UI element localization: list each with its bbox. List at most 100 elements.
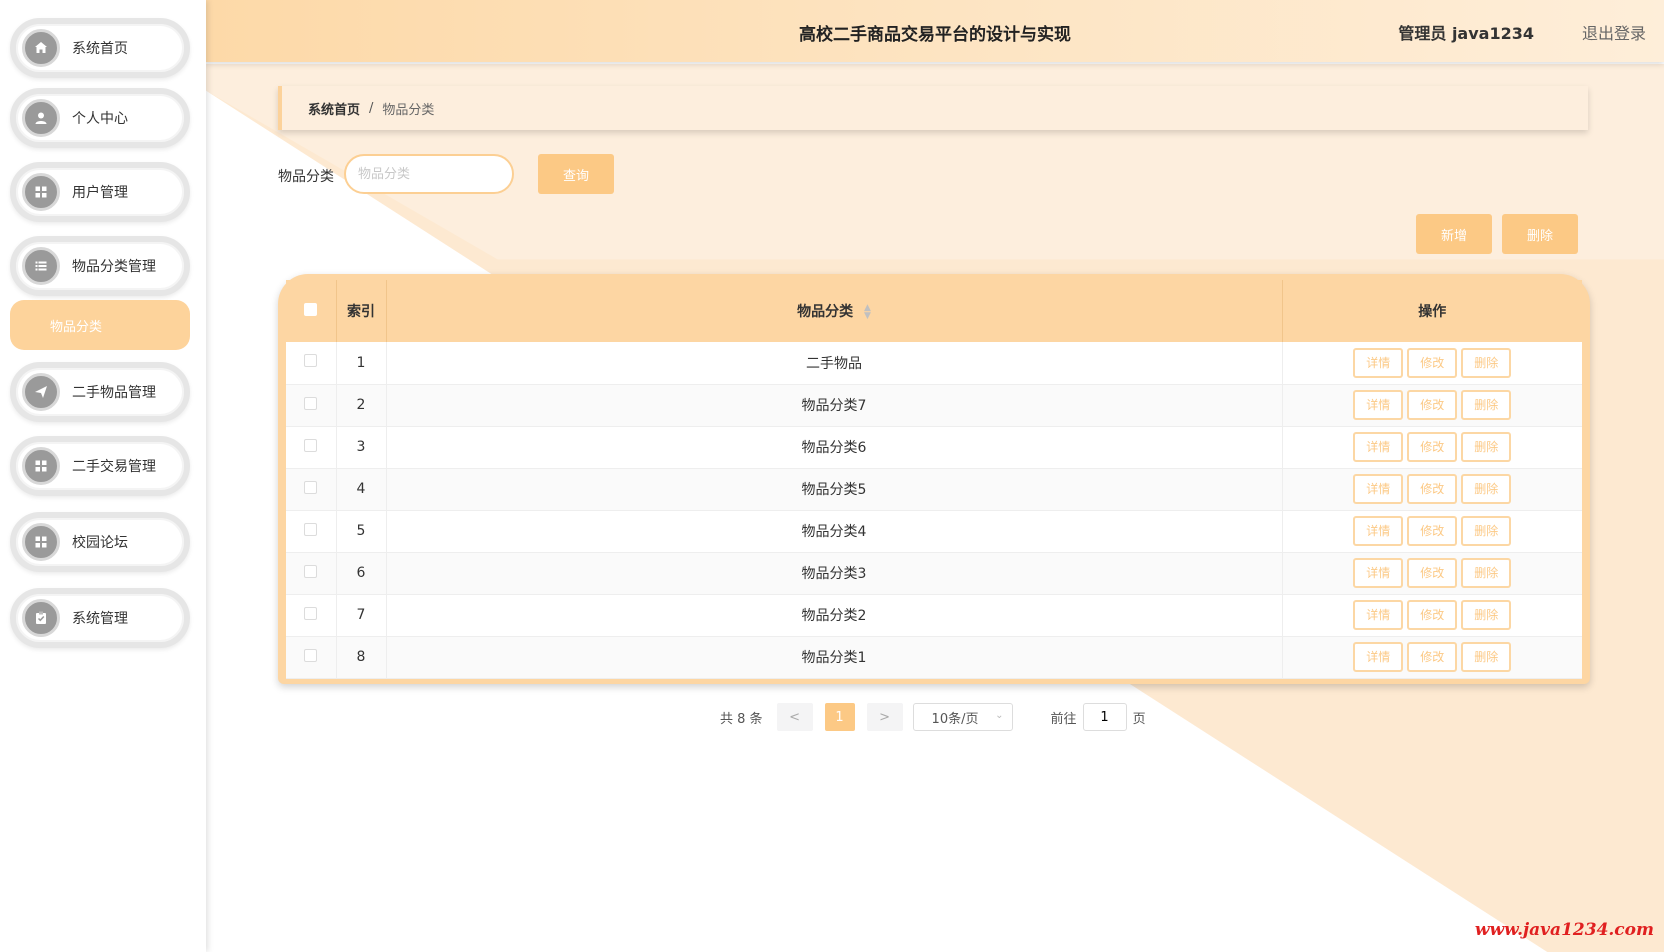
edit-button[interactable]: 修改 bbox=[1407, 516, 1458, 546]
detail-button[interactable]: 详情 bbox=[1353, 390, 1404, 420]
search-button[interactable]: 查询 bbox=[538, 154, 614, 194]
edit-button[interactable]: 修改 bbox=[1407, 474, 1458, 504]
home-icon bbox=[22, 29, 60, 67]
table-row: 3 物品分类6 详情 修改 删除 bbox=[286, 426, 1582, 469]
select-all-checkbox[interactable] bbox=[304, 302, 318, 316]
delete-button[interactable]: 删除 bbox=[1461, 347, 1512, 378]
delete-button[interactable]: 删除 bbox=[1461, 432, 1512, 462]
row-index: 1 bbox=[336, 342, 387, 385]
row-index: 2 bbox=[336, 384, 387, 427]
delete-button[interactable]: 删除 bbox=[1461, 642, 1512, 672]
edit-button[interactable]: 修改 bbox=[1407, 642, 1458, 672]
row-checkbox[interactable] bbox=[304, 480, 318, 494]
row-checkbox[interactable] bbox=[304, 564, 318, 578]
table-row: 8 物品分类1 详情 修改 删除 bbox=[286, 636, 1582, 679]
detail-button[interactable]: 详情 bbox=[1353, 347, 1404, 378]
row-index: 4 bbox=[336, 468, 387, 511]
row-category: 物品分类4 bbox=[386, 510, 1283, 553]
row-ops: 详情 修改 删除 bbox=[1282, 342, 1582, 385]
pager-current-page[interactable]: 1 bbox=[824, 703, 855, 731]
sidebar-item-category-management[interactable]: 物品分类管理 bbox=[10, 236, 190, 296]
row-checkbox[interactable] bbox=[304, 354, 318, 368]
sidebar-item-label: 校园论坛 bbox=[72, 535, 128, 551]
send-icon bbox=[22, 373, 60, 411]
breadcrumb-separator: / bbox=[369, 100, 374, 116]
delete-button[interactable]: 删除 bbox=[1461, 558, 1512, 588]
user-icon bbox=[22, 99, 60, 137]
row-category: 二手物品 bbox=[386, 342, 1283, 385]
pager-total: 共 8 条 bbox=[720, 711, 763, 727]
header-category[interactable]: 物品分类 ▲ ▼ bbox=[386, 280, 1283, 342]
row-ops: 详情 修改 删除 bbox=[1282, 384, 1582, 427]
row-index: 3 bbox=[336, 426, 387, 469]
sidebar-item-secondhand-goods[interactable]: 二手物品管理 bbox=[10, 362, 190, 422]
grid-icon bbox=[22, 173, 60, 211]
detail-button[interactable]: 详情 bbox=[1353, 642, 1404, 672]
table-row: 5 物品分类4 详情 修改 删除 bbox=[286, 510, 1582, 553]
logout-link[interactable]: 退出登录 bbox=[1582, 20, 1646, 44]
row-ops: 详情 修改 删除 bbox=[1282, 510, 1582, 553]
edit-button[interactable]: 修改 bbox=[1407, 432, 1458, 462]
row-checkbox[interactable] bbox=[304, 396, 318, 410]
detail-button[interactable]: 详情 bbox=[1353, 600, 1404, 630]
row-select-cell bbox=[286, 468, 337, 511]
pager-next-button[interactable]: > bbox=[866, 703, 903, 731]
sort-icon[interactable]: ▲ ▼ bbox=[864, 304, 871, 321]
table-row: 7 物品分类2 详情 修改 删除 bbox=[286, 594, 1582, 637]
sidebar-item-forum[interactable]: 校园论坛 bbox=[10, 512, 190, 572]
pager-goto-input[interactable] bbox=[1082, 703, 1127, 731]
row-checkbox[interactable] bbox=[304, 606, 318, 620]
category-table: 索引 物品分类 ▲ ▼ 操作 1 二手物品 详情 修改 删除 2 物品分类7 详情 修改 删除 3 物品… bbox=[278, 274, 1590, 684]
edit-button[interactable]: 修改 bbox=[1407, 390, 1458, 420]
page-size-select[interactable]: 10条/页 ⌄ bbox=[912, 703, 1013, 731]
delete-button[interactable]: 删除 bbox=[1461, 474, 1512, 504]
row-select-cell bbox=[286, 510, 337, 553]
current-user: 管理员 java1234 bbox=[1398, 24, 1534, 43]
row-select-cell bbox=[286, 384, 337, 427]
row-select-cell bbox=[286, 594, 337, 637]
sidebar-item-secondhand-trade[interactable]: 二手交易管理 bbox=[10, 436, 190, 496]
table-header-row: 索引 物品分类 ▲ ▼ 操作 bbox=[286, 280, 1582, 342]
pager-goto-label: 前往 bbox=[1050, 711, 1077, 727]
add-button[interactable]: 新增 bbox=[1416, 214, 1492, 254]
table-row: 1 二手物品 详情 修改 删除 bbox=[286, 342, 1582, 385]
row-category: 物品分类7 bbox=[386, 384, 1283, 427]
search-label: 物品分类 bbox=[278, 169, 334, 185]
sidebar-item-label: 个人中心 bbox=[72, 111, 128, 127]
sidebar-item-home[interactable]: 系统首页 bbox=[10, 18, 190, 78]
pager-prev-button[interactable]: < bbox=[776, 703, 813, 731]
sidebar-item-label: 物品分类管理 bbox=[72, 259, 156, 275]
edit-button[interactable]: 修改 bbox=[1407, 558, 1458, 588]
delete-button[interactable]: 删除 bbox=[1461, 390, 1512, 420]
row-checkbox[interactable] bbox=[304, 438, 318, 452]
sidebar-item-users[interactable]: 用户管理 bbox=[10, 162, 190, 222]
row-checkbox[interactable] bbox=[304, 648, 318, 662]
grid-icon bbox=[22, 447, 60, 485]
delete-button[interactable]: 删除 bbox=[1461, 600, 1512, 630]
sidebar-item-label: 用户管理 bbox=[72, 185, 128, 201]
sidebar-item-profile[interactable]: 个人中心 bbox=[10, 88, 190, 148]
edit-button[interactable]: 修改 bbox=[1407, 347, 1458, 378]
row-ops: 详情 修改 删除 bbox=[1282, 468, 1582, 511]
sidebar-item-label: 系统首页 bbox=[72, 41, 128, 57]
batch-delete-button[interactable]: 删除 bbox=[1502, 214, 1578, 254]
row-select-cell bbox=[286, 426, 337, 469]
header-category-label: 物品分类 bbox=[797, 304, 854, 320]
watermark: www.java1234.com bbox=[1474, 920, 1654, 940]
detail-button[interactable]: 详情 bbox=[1353, 516, 1404, 546]
row-checkbox[interactable] bbox=[304, 522, 318, 536]
row-ops: 详情 修改 删除 bbox=[1282, 426, 1582, 469]
breadcrumb-home[interactable]: 系统首页 bbox=[308, 99, 360, 118]
detail-button[interactable]: 详情 bbox=[1353, 432, 1404, 462]
detail-button[interactable]: 详情 bbox=[1353, 558, 1404, 588]
row-select-cell bbox=[286, 552, 337, 595]
detail-button[interactable]: 详情 bbox=[1353, 474, 1404, 504]
header-index[interactable]: 索引 bbox=[336, 280, 387, 342]
search-input[interactable] bbox=[344, 154, 514, 194]
edit-button[interactable]: 修改 bbox=[1407, 600, 1458, 630]
sidebar-item-system[interactable]: 系统管理 bbox=[10, 588, 190, 648]
row-category: 物品分类3 bbox=[386, 552, 1283, 595]
delete-button[interactable]: 删除 bbox=[1461, 516, 1512, 546]
sidebar-subitem-category[interactable]: 物品分类 bbox=[10, 300, 190, 350]
select-all-cell bbox=[286, 280, 337, 342]
